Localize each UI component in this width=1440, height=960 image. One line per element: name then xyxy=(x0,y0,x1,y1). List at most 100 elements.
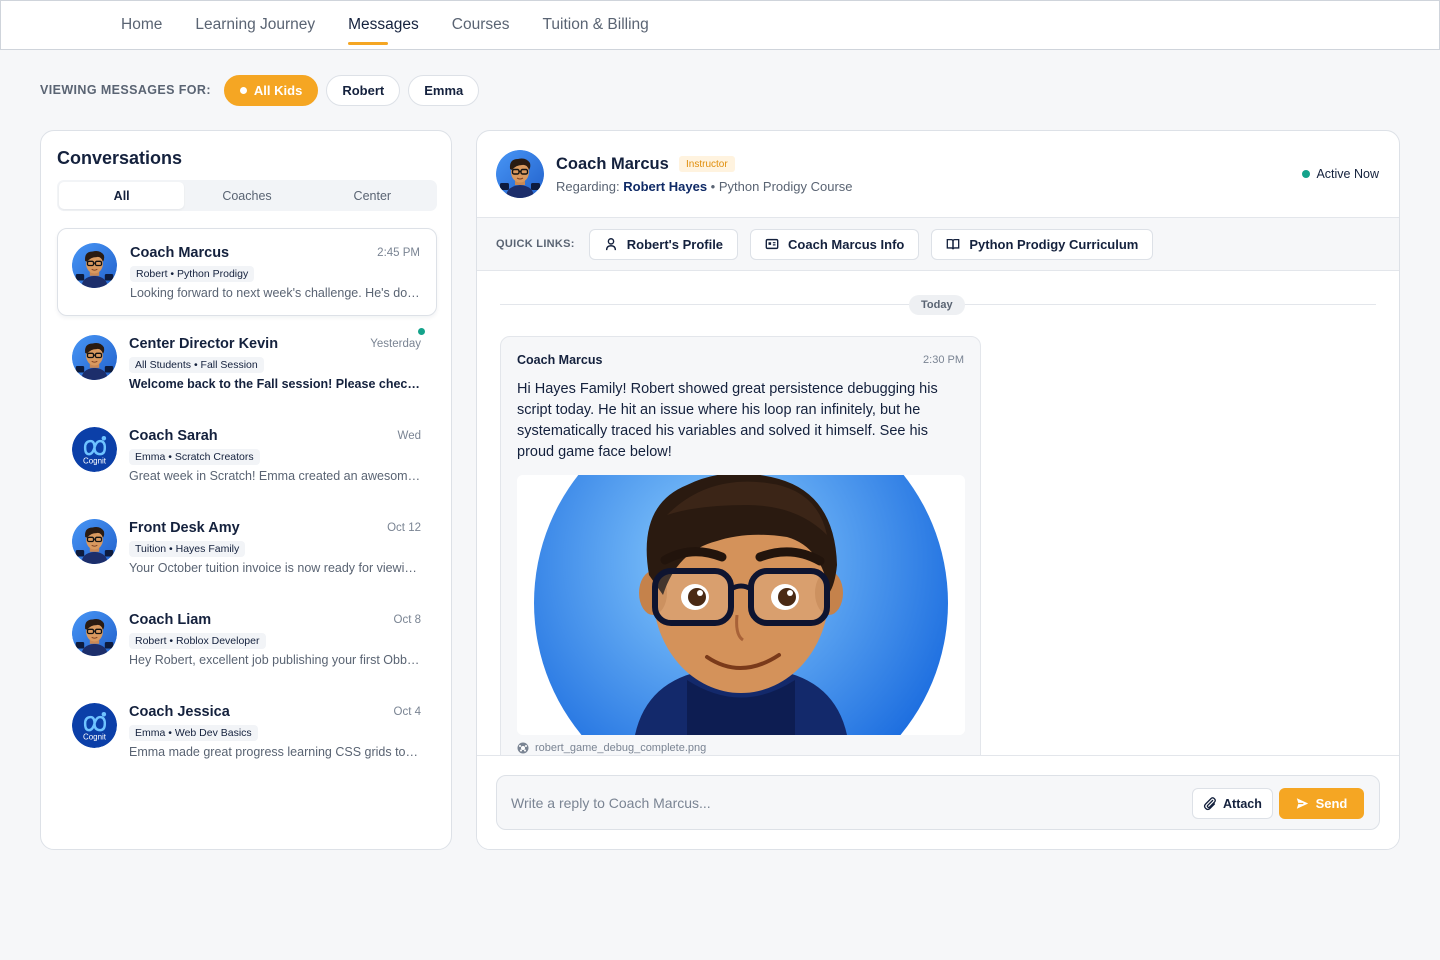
conversation-name: Coach Liam xyxy=(129,612,212,628)
tab-all[interactable]: All xyxy=(59,182,185,209)
kid-filter: VIEWING MESSAGES FOR: All Kids Robert Em… xyxy=(40,74,480,106)
conversation-time: Oct 12 xyxy=(387,522,421,534)
tab-center[interactable]: Center xyxy=(310,182,435,209)
conversation-time: Wed xyxy=(397,430,421,442)
quick-link-label: Robert's Profile xyxy=(626,236,724,252)
tab-coaches[interactable]: Coaches xyxy=(184,182,309,209)
nav-tuition-billing[interactable]: Tuition & Billing xyxy=(543,14,649,36)
chat-header: Coach Marcus Instructor Regarding: Rober… xyxy=(477,131,1399,218)
regarding-student: Robert Hayes xyxy=(623,179,708,194)
message-time: 2:30 PM xyxy=(923,354,964,366)
quick-links-bar: QUICK LINKS: Robert's Profile Coach Marc… xyxy=(477,218,1399,271)
attached-image[interactable] xyxy=(517,475,965,735)
quick-link-coach-info[interactable]: Coach Marcus Info xyxy=(750,228,920,260)
student-portrait-image xyxy=(517,475,965,735)
role-badge: Instructor xyxy=(679,156,735,172)
quick-links-label: QUICK LINKS: xyxy=(496,238,575,250)
quick-link-student-profile[interactable]: Robert's Profile xyxy=(588,228,739,260)
conversations-title: Conversations xyxy=(57,148,183,168)
conversation-name: Center Director Kevin xyxy=(129,336,279,352)
avatar xyxy=(72,335,117,380)
conversation-name: Coach Sarah xyxy=(129,428,218,444)
send-label: Send xyxy=(1315,796,1348,811)
selected-dot-icon xyxy=(239,86,247,94)
conversation-tag: Robert • Python Prodigy xyxy=(130,266,255,282)
conversation-preview: Your October tuition invoice is now read… xyxy=(129,561,421,575)
avatar xyxy=(496,150,544,198)
quick-link-label: Coach Marcus Info xyxy=(788,236,905,252)
conversation-tag: All Students • Fall Session xyxy=(129,357,264,373)
attach-button[interactable]: Attach xyxy=(1192,788,1273,819)
conversation-tag: Tuition • Hayes Family xyxy=(129,541,246,557)
send-icon xyxy=(1296,798,1308,809)
kid-pill-emma[interactable]: Emma xyxy=(408,74,480,106)
conversation-name: Coach Marcus xyxy=(130,245,230,261)
conversation-item-coach-jessica[interactable]: Coach Jessica Oct 4 Emma • Web Dev Basic… xyxy=(57,688,437,776)
conversation-preview: Welcome back to the Fall session! Please… xyxy=(129,377,421,391)
conversation-name: Coach Jessica xyxy=(129,704,230,720)
conversation-preview: Great week in Scratch! Emma created an a… xyxy=(129,469,421,483)
unread-indicator-icon xyxy=(418,328,425,335)
top-nav: Home Learning Journey Messages Courses T… xyxy=(0,0,1440,50)
send-button[interactable]: Send xyxy=(1279,788,1364,819)
kid-pill-all[interactable]: All Kids xyxy=(223,74,319,106)
cognit-logo-avatar xyxy=(72,427,117,472)
conversation-item-coach-liam[interactable]: Coach Liam Oct 8 Robert • Roblox Develop… xyxy=(57,596,437,684)
kid-pill-label: All Kids xyxy=(253,82,303,98)
avatar xyxy=(72,243,117,288)
conversation-tag: Emma • Scratch Creators xyxy=(129,449,260,465)
conversation-tag: Emma • Web Dev Basics xyxy=(129,725,258,741)
conversation-time: Oct 4 xyxy=(393,706,421,718)
image-file-icon xyxy=(517,742,529,754)
conversation-preview: Emma made great progress learning CSS gr… xyxy=(129,745,421,759)
regarding-course: • Python Prodigy Course xyxy=(710,179,853,194)
conversation-item-coach-marcus[interactable]: Coach Marcus 2:45 PM Robert • Python Pro… xyxy=(57,228,437,316)
chat-contact-name: Coach Marcus xyxy=(556,155,669,173)
kid-pill-label: Emma xyxy=(424,82,464,98)
conversation-item-coach-sarah[interactable]: Coach Sarah Wed Emma • Scratch Creators … xyxy=(57,412,437,500)
online-status-label: Active Now xyxy=(1316,167,1379,181)
book-icon xyxy=(947,238,960,250)
online-status: Active Now xyxy=(1302,167,1379,181)
nav-learning-journey[interactable]: Learning Journey xyxy=(195,14,315,36)
attachment-file[interactable]: robert_game_debug_complete.png xyxy=(517,742,706,754)
avatar xyxy=(72,611,117,656)
conversation-tag: Robert • Roblox Developer xyxy=(129,633,266,649)
online-dot-icon xyxy=(1302,170,1311,178)
nav-courses[interactable]: Courses xyxy=(452,14,510,36)
reply-box: Attach Send xyxy=(496,775,1380,830)
id-card-icon xyxy=(765,238,779,250)
conversation-item-director-kevin[interactable]: Center Director Kevin Yesterday All Stud… xyxy=(57,320,437,408)
cognit-logo-avatar xyxy=(72,703,117,748)
kid-pill-label: Robert xyxy=(342,82,385,98)
kid-filter-label: VIEWING MESSAGES FOR: xyxy=(40,83,211,97)
regarding-prefix: Regarding: xyxy=(556,179,620,194)
conversation-preview: Hey Robert, excellent job publishing you… xyxy=(129,653,421,667)
message-thread[interactable]: Today Coach Marcus 2:30 PM Hi Hayes Fami… xyxy=(477,271,1399,755)
avatar xyxy=(72,519,117,564)
nav-home[interactable]: Home xyxy=(121,14,162,36)
conversation-preview: Looking forward to next week's challenge… xyxy=(130,286,422,300)
conversation-item-front-desk-amy[interactable]: Front Desk Amy Oct 12 Tuition • Hayes Fa… xyxy=(57,504,437,592)
day-label: Today xyxy=(909,295,965,315)
message-sender: Coach Marcus xyxy=(517,353,603,367)
message-text: Hi Hayes Family! Robert showed great per… xyxy=(517,381,938,460)
message-bubble: Coach Marcus 2:30 PM Hi Hayes Family! Ro… xyxy=(500,336,981,755)
conversation-time: Yesterday xyxy=(370,338,421,350)
attach-label: Attach xyxy=(1223,796,1262,811)
paperclip-icon xyxy=(1203,796,1216,810)
conversation-list: Coach Marcus 2:45 PM Robert • Python Pro… xyxy=(57,228,437,780)
chat-regarding: Regarding: Robert Hayes • Python Prodigy… xyxy=(556,179,853,194)
conversations-panel: Conversations All Coaches Center Coach M… xyxy=(40,130,452,850)
message-composer: Attach Send xyxy=(477,755,1399,849)
quick-link-curriculum[interactable]: Python Prodigy Curriculum xyxy=(931,228,1154,260)
user-icon xyxy=(605,238,616,251)
conversation-time: Oct 8 xyxy=(393,614,421,626)
attachment-filename: robert_game_debug_complete.png xyxy=(535,742,707,754)
reply-input[interactable] xyxy=(511,790,1171,816)
conversation-time: 2:45 PM xyxy=(377,247,420,259)
conversation-name: Front Desk Amy xyxy=(129,520,240,536)
kid-pill-robert[interactable]: Robert xyxy=(326,74,401,106)
nav-messages[interactable]: Messages xyxy=(348,14,419,45)
nav-links: Home Learning Journey Messages Courses T… xyxy=(121,1,649,49)
